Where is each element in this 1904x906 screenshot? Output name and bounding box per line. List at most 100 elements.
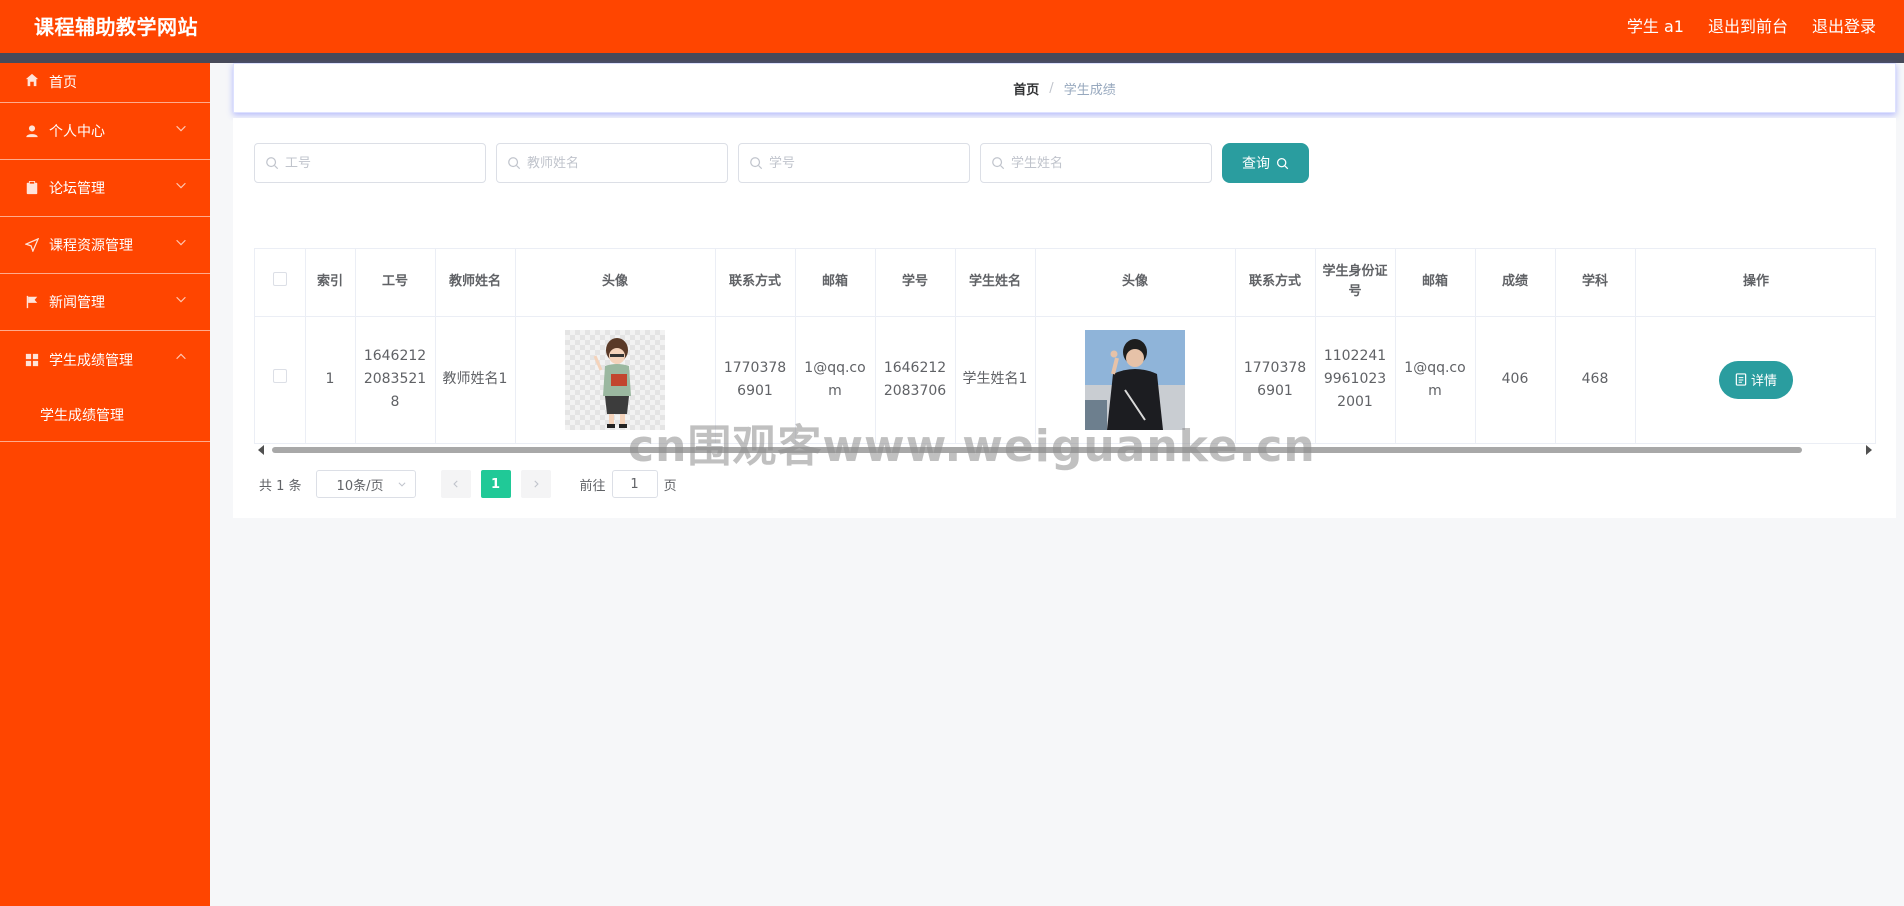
column-header: 联系方式 [1235,249,1316,317]
sidebar: 首页 个人中心 论坛管理 课程资源管理 新闻管理 学生成绩管理 学生成绩管理 [0,63,210,906]
total-count: 共 1 条 [259,478,302,494]
document-icon [1735,373,1747,386]
current-user[interactable]: 学生 a1 [1627,13,1684,37]
search-bar: 查询 [254,143,1309,183]
breadcrumb-separator: / [1049,80,1054,96]
pagination: 共 1 条 10条/页 1 前往 页 [259,470,677,498]
detail-button[interactable]: 详情 [1718,360,1793,399]
teacher-avatar-image[interactable] [565,329,665,430]
chevron-right-icon [533,480,539,488]
prev-page-button[interactable] [440,470,471,498]
goto-page: 前往 页 [580,470,677,498]
search-icon [508,157,521,170]
breadcrumb-home[interactable]: 首页 [1013,79,1039,98]
sidebar-item-course-resources[interactable]: 课程资源管理 [0,217,210,274]
student-avatar-cell [1035,316,1236,444]
teacher-email-cell: 1@qq.com [795,316,876,444]
table-header-row: 索引 工号 教师姓名 头像 联系方式 邮箱 学号 学生姓名 头像 联系方式 学生… [255,249,1875,317]
chevron-down-icon [176,239,186,246]
column-header: 操作 [1635,249,1875,317]
column-header: 邮箱 [1395,249,1476,317]
top-header: 课程辅助教学网站 学生 a1 退出到前台 退出登录 [0,0,1904,53]
column-header: 索引 [305,249,356,317]
grid-icon [24,352,40,368]
site-title: 课程辅助教学网站 [34,15,198,39]
chevron-down-icon [398,482,406,487]
search-icon [992,157,1005,170]
home-icon [24,72,40,88]
index-cell: 1 [305,316,356,444]
student-no-search [738,143,970,183]
row-checkbox[interactable] [272,369,287,383]
teacher-name-cell: 教师姓名1 [435,316,516,444]
flag-icon [24,294,40,310]
search-icon [1276,157,1289,169]
teacher-name-search [496,143,728,183]
column-header: 联系方式 [715,249,796,317]
subject-cell: 468 [1555,316,1636,444]
teacher-name-input[interactable] [527,155,717,171]
scrollbar-thumb[interactable] [272,447,1802,453]
scroll-right-arrow-icon[interactable] [1866,445,1872,455]
chevron-down-icon [176,296,186,303]
column-header: 教师姓名 [435,249,516,317]
page-size-select[interactable]: 10条/页 [315,470,416,498]
exit-to-front-link[interactable]: 退出到前台 [1708,13,1788,37]
teacher-no-cell: 16462122083521 8 [355,316,436,444]
column-header: 学科 [1555,249,1636,317]
student-phone-cell: 17703786901 [1235,316,1316,444]
horizontal-scrollbar[interactable] [254,444,1876,456]
student-name-cell: 学生姓名1 [955,316,1036,444]
sidebar-item-label: 个人中心 [49,124,105,140]
breadcrumb: 首页 / 学生成绩 [233,63,1896,113]
page-size-value: 10条/页 [336,478,384,494]
sidebar-item-student-scores[interactable]: 学生成绩管理 [0,331,210,388]
actions-cell: 详情 [1635,316,1875,444]
column-header: 头像 [1035,249,1236,317]
search-icon [266,157,279,170]
header-stripe [0,53,1904,63]
header-actions: 学生 a1 退出到前台 退出登录 [1627,13,1876,37]
student-no-input[interactable] [769,155,959,171]
search-icon [750,157,763,170]
chevron-down-icon [176,182,186,189]
sidebar-item-label: 新闻管理 [49,295,105,311]
sidebar-item-forum[interactable]: 论坛管理 [0,160,210,217]
goto-page-input[interactable] [611,470,658,498]
student-name-input[interactable] [1011,155,1201,171]
row-select-cell [255,316,306,444]
column-header: 学生姓名 [955,249,1036,317]
scroll-left-arrow-icon[interactable] [258,445,264,455]
column-header: 工号 [355,249,436,317]
column-header: 成绩 [1475,249,1556,317]
student-no-cell: 16462122083706 [875,316,956,444]
sidebar-item-label: 课程资源管理 [49,238,133,254]
breadcrumb-current: 学生成绩 [1063,82,1116,98]
teacher-no-input[interactable] [285,155,475,171]
column-header: 学号 [875,249,956,317]
student-email-cell: 1@qq.com [1395,316,1476,444]
chevron-left-icon [452,480,458,488]
score-cell: 406 [1475,316,1556,444]
student-id-card-cell: 110224199610232001 [1315,316,1396,444]
logout-link[interactable]: 退出登录 [1812,13,1876,37]
column-header: 学生身份证号 [1315,249,1396,317]
select-all-checkbox[interactable] [272,271,287,286]
student-avatar-image[interactable] [1085,329,1185,430]
query-button[interactable]: 查询 [1222,143,1309,183]
table-row: 1 16462122083521 8 教师姓名1 17703786901 1@q… [255,316,1875,444]
sidebar-item-label: 学生成绩管理 [49,352,133,369]
sidebar-item-home[interactable]: 首页 [0,63,210,103]
page-number-button[interactable]: 1 [480,470,511,498]
column-header: 头像 [515,249,716,317]
user-icon [24,123,40,139]
teacher-phone-cell: 17703786901 [715,316,796,444]
goto-prefix: 前往 [579,478,606,494]
submenu-student-scores[interactable]: 学生成绩管理 [0,388,210,442]
sidebar-item-news[interactable]: 新闻管理 [0,274,210,331]
sidebar-item-personal-center[interactable]: 个人中心 [0,103,210,160]
student-name-search [980,143,1212,183]
select-all-header [255,249,306,317]
next-page-button[interactable] [520,470,551,498]
sidebar-item-label: 论坛管理 [49,181,105,197]
